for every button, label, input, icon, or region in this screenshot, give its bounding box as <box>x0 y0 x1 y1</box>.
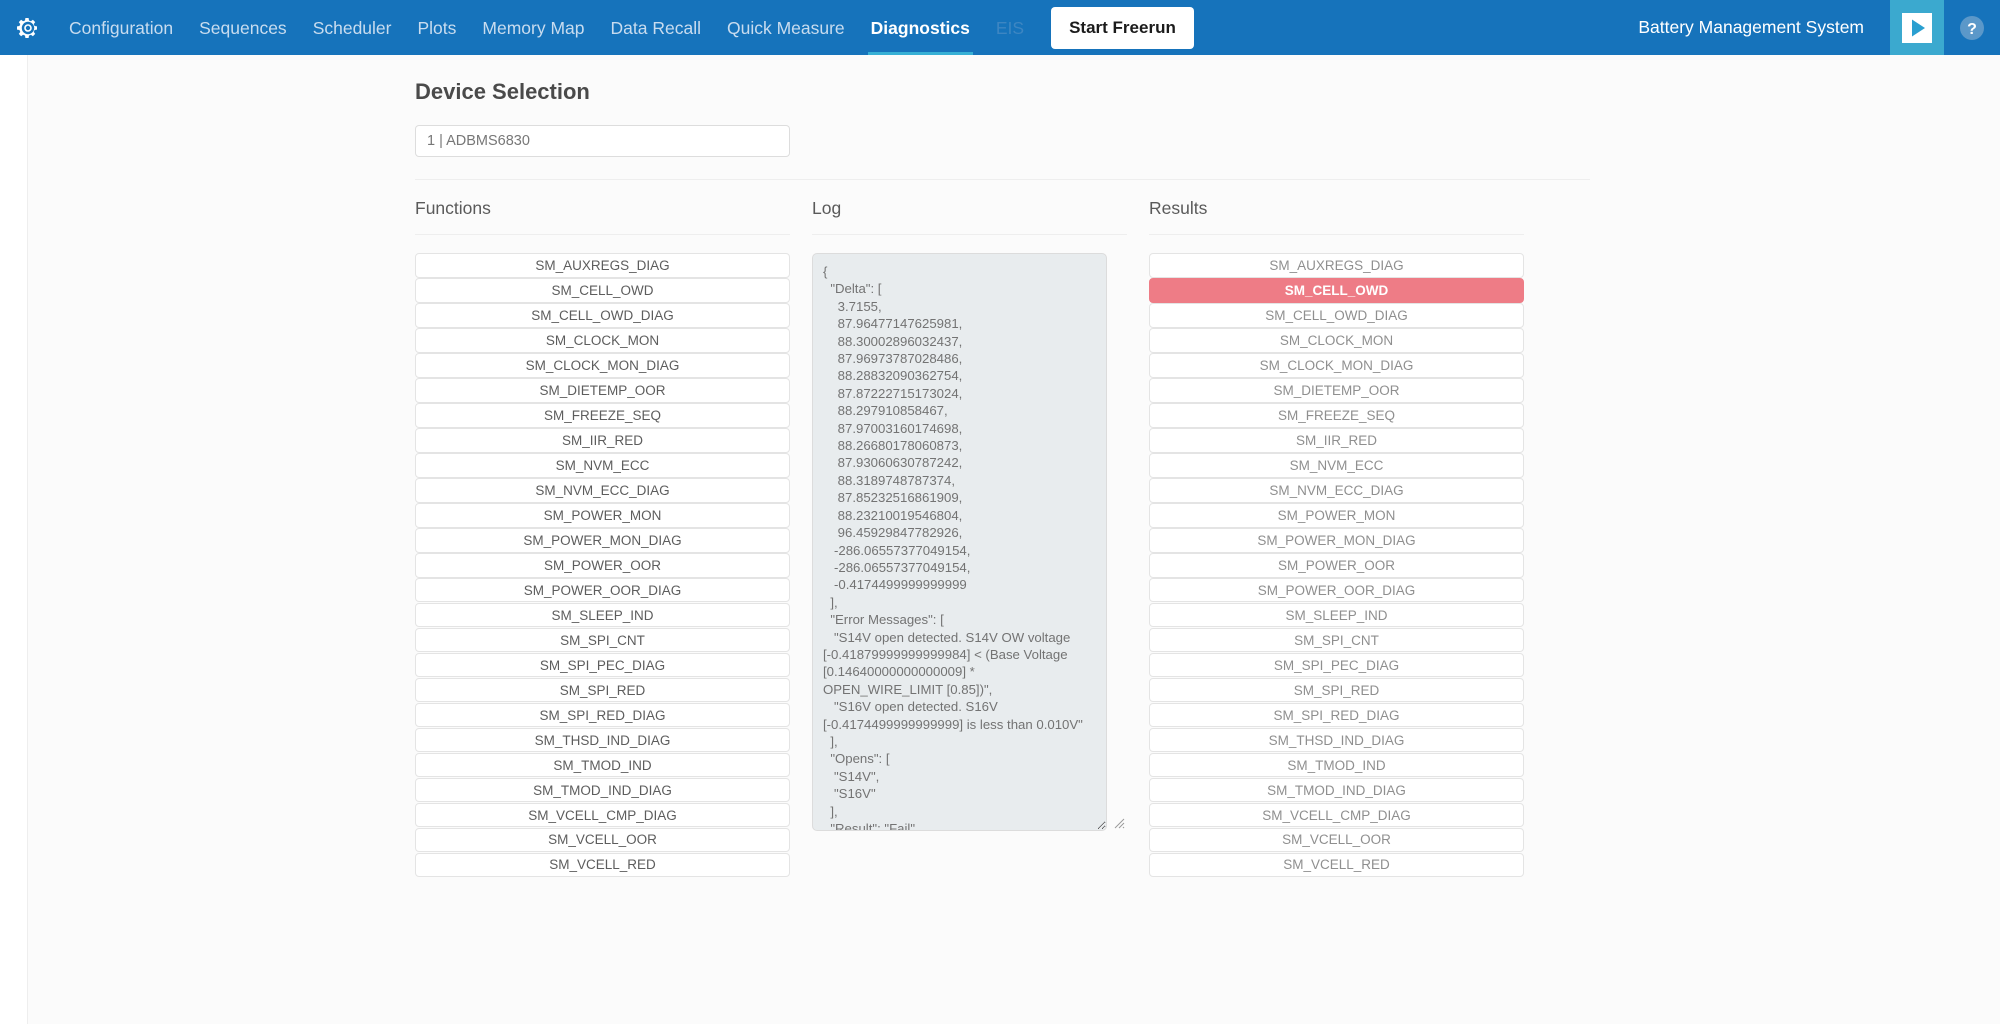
device-select-dropdown[interactable]: 1 | ADBMS6830 <box>415 125 790 157</box>
function-item[interactable]: SM_POWER_OOR_DIAG <box>415 578 790 603</box>
settings-gear-button[interactable] <box>0 16 56 40</box>
svg-text:?: ? <box>1967 21 1977 38</box>
function-item[interactable]: SM_AUXREGS_DIAG <box>415 253 790 278</box>
result-item[interactable]: SM_TMOD_IND <box>1149 753 1524 778</box>
functions-list[interactable]: SM_AUXREGS_DIAGSM_CELL_OWDSM_CELL_OWD_DI… <box>415 253 790 893</box>
tab-memory-map[interactable]: Memory Map <box>469 1 597 55</box>
log-column: Log { "Delta": [ 3.7155, 87.964771476259… <box>812 180 1127 893</box>
result-item[interactable]: SM_FREEZE_SEQ <box>1149 403 1524 428</box>
result-item[interactable]: SM_POWER_OOR <box>1149 553 1524 578</box>
tab-diagnostics[interactable]: Diagnostics <box>858 1 983 55</box>
function-item[interactable]: SM_SLEEP_IND <box>415 603 790 628</box>
function-item[interactable]: SM_NVM_ECC <box>415 453 790 478</box>
result-item[interactable]: SM_SPI_RED_DIAG <box>1149 703 1524 728</box>
function-item[interactable]: SM_CLOCK_MON <box>415 328 790 353</box>
log-textarea[interactable]: { "Delta": [ 3.7155, 87.96477147625981, … <box>812 253 1107 831</box>
function-item[interactable]: SM_POWER_OOR <box>415 553 790 578</box>
function-item[interactable]: SM_TMOD_IND <box>415 753 790 778</box>
device-select-wrapper: 1 | ADBMS6830 <box>415 107 1590 157</box>
log-column-title: Log <box>812 180 1127 234</box>
result-item[interactable]: SM_VCELL_OOR <box>1149 828 1524 853</box>
function-item[interactable]: SM_CELL_OWD_DIAG <box>415 303 790 328</box>
functions-column: Functions SM_AUXREGS_DIAGSM_CELL_OWDSM_C… <box>415 180 790 893</box>
tab-data-recall[interactable]: Data Recall <box>598 1 714 55</box>
function-item[interactable]: SM_TMOD_IND_DIAG <box>415 778 790 803</box>
result-item[interactable]: SM_SPI_PEC_DIAG <box>1149 653 1524 678</box>
result-item-selected[interactable]: SM_CELL_OWD <box>1149 278 1524 303</box>
result-item[interactable]: SM_SPI_CNT <box>1149 628 1524 653</box>
result-item[interactable]: SM_IIR_RED <box>1149 428 1524 453</box>
log-wrapper: { "Delta": [ 3.7155, 87.96477147625981, … <box>812 253 1127 831</box>
result-item[interactable]: SM_NVM_ECC <box>1149 453 1524 478</box>
result-item[interactable]: SM_AUXREGS_DIAG <box>1149 253 1524 278</box>
tab-plots[interactable]: Plots <box>405 1 470 55</box>
function-item[interactable]: SM_SPI_CNT <box>415 628 790 653</box>
result-item[interactable]: SM_TMOD_IND_DIAG <box>1149 778 1524 803</box>
function-item[interactable]: SM_DIETEMP_OOR <box>415 378 790 403</box>
result-item[interactable]: SM_NVM_ECC_DIAG <box>1149 478 1524 503</box>
resize-handle-icon[interactable] <box>1114 818 1125 829</box>
result-item[interactable]: SM_VCELL_RED <box>1149 853 1524 878</box>
tab-quick-measure[interactable]: Quick Measure <box>714 1 858 55</box>
topbar-right-group: Battery Management System ? <box>1638 0 2000 55</box>
function-item[interactable]: SM_SPI_RED_DIAG <box>415 703 790 728</box>
start-freerun-button[interactable]: Start Freerun <box>1051 7 1194 49</box>
result-item[interactable]: SM_VCELL_CMP_DIAG <box>1149 803 1524 828</box>
tab-sequences[interactable]: Sequences <box>186 1 300 55</box>
function-item[interactable]: SM_VCELL_RED <box>415 853 790 878</box>
tab-configuration[interactable]: Configuration <box>56 1 186 55</box>
function-item[interactable]: SM_CLOCK_MON_DIAG <box>415 353 790 378</box>
left-gutter <box>0 55 28 1024</box>
results-column: Results SM_AUXREGS_DIAGSM_CELL_OWDSM_CEL… <box>1149 180 1524 893</box>
top-navigation-bar: Configuration Sequences Scheduler Plots … <box>0 0 2000 55</box>
function-item[interactable]: SM_POWER_MON_DIAG <box>415 528 790 553</box>
results-list[interactable]: SM_AUXREGS_DIAGSM_CELL_OWDSM_CELL_OWD_DI… <box>1149 253 1524 893</box>
play-triangle-icon <box>1901 12 1933 44</box>
tab-eis: EIS <box>983 1 1037 55</box>
diagnostics-panel: Device Selection 1 | ADBMS6830 Functions… <box>415 55 1590 893</box>
app-title: Battery Management System <box>1638 0 1890 55</box>
functions-divider <box>415 234 790 235</box>
function-item[interactable]: SM_SPI_RED <box>415 678 790 703</box>
tab-scheduler[interactable]: Scheduler <box>300 1 405 55</box>
function-item[interactable]: SM_NVM_ECC_DIAG <box>415 478 790 503</box>
function-item[interactable]: SM_THSD_IND_DIAG <box>415 728 790 753</box>
functions-column-title: Functions <box>415 180 790 234</box>
function-item[interactable]: SM_FREEZE_SEQ <box>415 403 790 428</box>
nav-tab-list: Configuration Sequences Scheduler Plots … <box>56 1 1037 55</box>
help-button[interactable]: ? <box>1944 0 2000 55</box>
function-item[interactable]: SM_SPI_PEC_DIAG <box>415 653 790 678</box>
result-item[interactable]: SM_SPI_RED <box>1149 678 1524 703</box>
results-divider <box>1149 234 1524 235</box>
result-item[interactable]: SM_POWER_MON <box>1149 503 1524 528</box>
result-item[interactable]: SM_POWER_MON_DIAG <box>1149 528 1524 553</box>
results-column-title: Results <box>1149 180 1524 234</box>
function-item[interactable]: SM_CELL_OWD <box>415 278 790 303</box>
function-item[interactable]: SM_VCELL_CMP_DIAG <box>415 803 790 828</box>
run-play-button[interactable] <box>1890 0 1944 55</box>
function-item[interactable]: SM_POWER_MON <box>415 503 790 528</box>
result-item[interactable]: SM_THSD_IND_DIAG <box>1149 728 1524 753</box>
log-divider <box>812 234 1127 235</box>
function-item[interactable]: SM_IIR_RED <box>415 428 790 453</box>
gear-icon <box>16 16 40 40</box>
function-item[interactable]: SM_VCELL_OOR <box>415 828 790 853</box>
result-item[interactable]: SM_DIETEMP_OOR <box>1149 378 1524 403</box>
question-mark-help-icon: ? <box>1959 15 1985 41</box>
result-item[interactable]: SM_SLEEP_IND <box>1149 603 1524 628</box>
result-item[interactable]: SM_CELL_OWD_DIAG <box>1149 303 1524 328</box>
result-item[interactable]: SM_CLOCK_MON <box>1149 328 1524 353</box>
page-canvas: Device Selection 1 | ADBMS6830 Functions… <box>0 55 2000 1024</box>
device-selection-heading: Device Selection <box>415 55 1590 107</box>
three-column-layout: Functions SM_AUXREGS_DIAGSM_CELL_OWDSM_C… <box>415 180 1590 893</box>
result-item[interactable]: SM_POWER_OOR_DIAG <box>1149 578 1524 603</box>
result-item[interactable]: SM_CLOCK_MON_DIAG <box>1149 353 1524 378</box>
